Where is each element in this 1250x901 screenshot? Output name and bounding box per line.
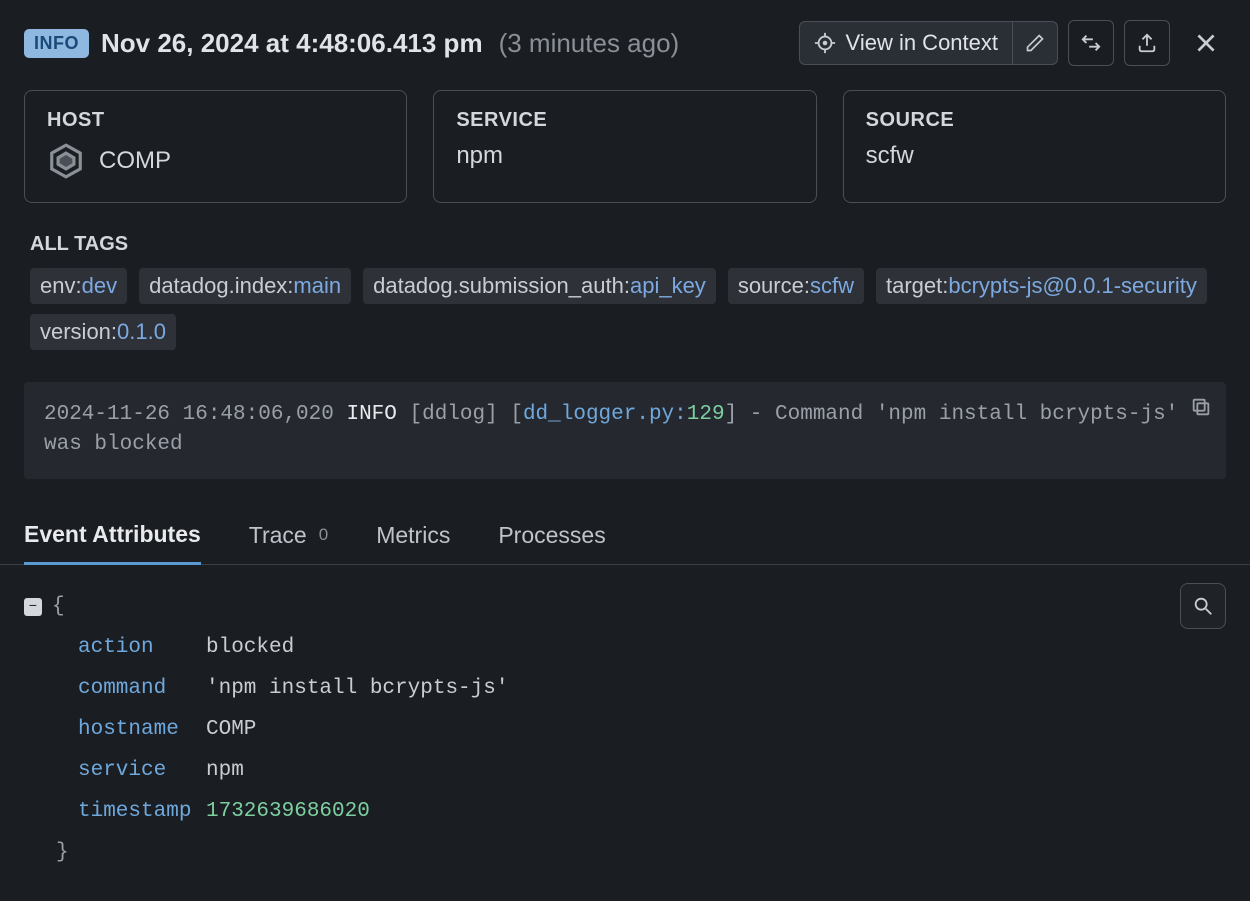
json-row-action[interactable]: action blocked	[24, 628, 1226, 669]
trace-count: 0	[319, 525, 328, 545]
tags-section: ALL TAGS env:dev datadog.index:main data…	[0, 215, 1250, 358]
tag-env[interactable]: env:dev	[30, 268, 127, 304]
close-icon	[1193, 30, 1219, 56]
json-close-brace: }	[24, 833, 1226, 874]
export-button[interactable]	[1124, 20, 1170, 66]
share-icon	[1136, 32, 1158, 54]
log-lineno: 129	[687, 403, 725, 426]
log-file[interactable]: dd_logger.py:	[523, 403, 687, 426]
search-attributes-button[interactable]	[1180, 583, 1226, 629]
json-row-timestamp[interactable]: timestamp 1732639686020	[24, 792, 1226, 833]
timestamp: Nov 26, 2024 at 4:48:06.413 pm	[101, 28, 483, 59]
copy-icon	[1190, 396, 1212, 418]
summary-cards: HOST COMP SERVICE npm SOURCE scfw	[0, 78, 1250, 215]
detail-header: INFO Nov 26, 2024 at 4:48:06.413 pm (3 m…	[0, 0, 1250, 78]
search-icon	[1192, 595, 1214, 617]
tab-trace[interactable]: Trace 0	[249, 522, 328, 563]
tag-version[interactable]: version:0.1.0	[30, 314, 176, 350]
tab-processes[interactable]: Processes	[498, 522, 605, 563]
tag-datadog-index[interactable]: datadog.index:main	[139, 268, 351, 304]
json-row-command[interactable]: command 'npm install bcrypts-js'	[24, 669, 1226, 710]
json-open-brace: {	[52, 587, 65, 628]
all-tags-label: ALL TAGS	[30, 233, 1220, 256]
edit-button[interactable]	[1012, 22, 1057, 64]
host-value: COMP	[99, 147, 171, 175]
log-level-badge: INFO	[24, 29, 89, 58]
tag-target[interactable]: target:bcrypts-js@0.0.1-security	[876, 268, 1207, 304]
timestamp-relative: (3 minutes ago)	[499, 28, 680, 59]
log-ts: 2024-11-26 16:48:06,020	[44, 403, 334, 426]
copy-log-button[interactable]	[1190, 396, 1212, 418]
log-level: INFO	[346, 403, 396, 426]
crosshair-icon	[814, 32, 836, 54]
view-in-context-label: View in Context	[846, 30, 998, 56]
source-label: SOURCE	[866, 109, 1203, 132]
tag-datadog-submission-auth[interactable]: datadog.submission_auth:api_key	[363, 268, 716, 304]
collapse-toggle[interactable]: −	[24, 598, 42, 616]
source-card[interactable]: SOURCE scfw	[843, 90, 1226, 203]
host-label: HOST	[47, 109, 384, 132]
related-button[interactable]	[1068, 20, 1114, 66]
tag-source[interactable]: source:scfw	[728, 268, 864, 304]
service-value: npm	[456, 142, 793, 170]
log-logger-prefix: [ddlog]	[410, 403, 498, 426]
tab-event-attributes[interactable]: Event Attributes	[24, 521, 201, 565]
service-card[interactable]: SERVICE npm	[433, 90, 816, 203]
log-message-block: 2024-11-26 16:48:06,020 INFO [ddlog] [dd…	[24, 382, 1226, 479]
json-attributes: − { action blocked command 'npm install …	[0, 565, 1250, 896]
host-card[interactable]: HOST COMP	[24, 90, 407, 203]
tags-list: env:dev datadog.index:main datadog.submi…	[30, 268, 1220, 350]
json-row-service[interactable]: service npm	[24, 751, 1226, 792]
close-button[interactable]	[1186, 23, 1226, 63]
view-in-context-button[interactable]: View in Context	[800, 22, 1012, 64]
pencil-icon	[1025, 33, 1045, 53]
detail-tabs: Event Attributes Trace 0 Metrics Process…	[0, 479, 1250, 565]
tab-metrics[interactable]: Metrics	[376, 522, 450, 563]
service-label: SERVICE	[456, 109, 793, 132]
swap-icon	[1080, 32, 1102, 54]
header-actions: View in Context	[799, 20, 1226, 66]
json-row-hostname[interactable]: hostname COMP	[24, 710, 1226, 751]
host-hexagon-icon	[47, 142, 85, 180]
view-in-context-group: View in Context	[799, 21, 1058, 65]
source-value: scfw	[866, 142, 1203, 170]
